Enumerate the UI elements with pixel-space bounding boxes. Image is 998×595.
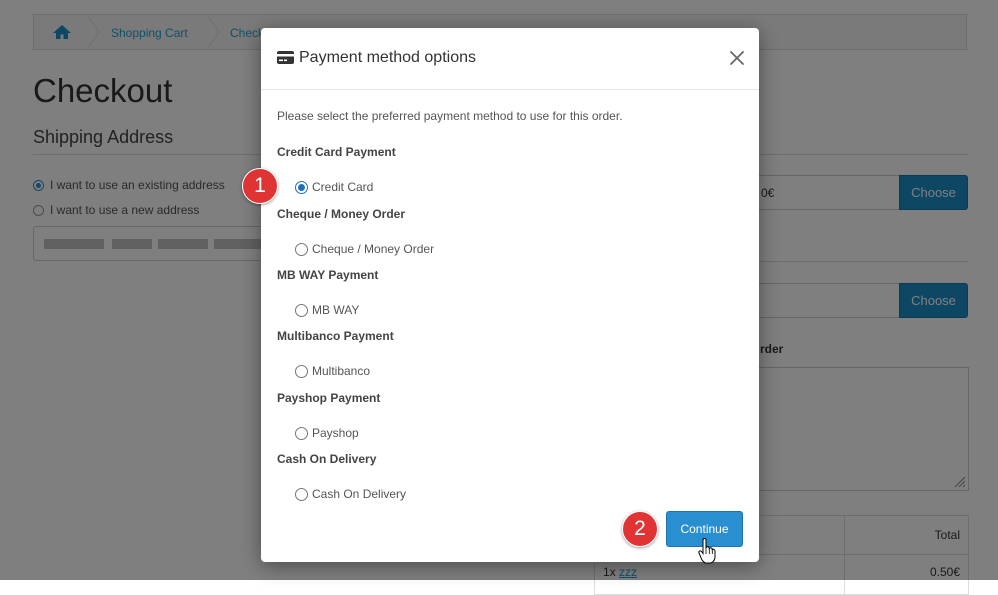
- modal-header: Payment method options: [261, 28, 759, 90]
- payment-option-label: MB WAY: [312, 303, 360, 317]
- modal-title: Payment method options: [299, 49, 476, 66]
- radio-unselected-icon: [295, 303, 308, 317]
- step-badge-1: 1: [242, 168, 278, 204]
- cash-on-delivery-radio[interactable]: Cash On Delivery: [295, 487, 406, 501]
- radio-unselected-icon: [295, 364, 308, 378]
- radio-unselected-icon: [295, 242, 308, 256]
- payment-method-modal: Payment method options Please select the…: [261, 28, 759, 562]
- multibanco-radio[interactable]: Multibanco: [295, 364, 370, 378]
- step-badge-2: 2: [622, 511, 658, 547]
- payment-group-label: Cash On Delivery: [277, 452, 377, 466]
- radio-selected-icon: [295, 180, 308, 194]
- hand-cursor-icon: [698, 538, 716, 564]
- payment-option-label: Cheque / Money Order: [312, 242, 435, 256]
- radio-unselected-icon: [295, 426, 308, 440]
- payment-group-label: MB WAY Payment: [277, 268, 379, 282]
- payment-group-label: Multibanco Payment: [277, 329, 394, 343]
- radio-unselected-icon: [295, 487, 308, 501]
- credit-card-icon: [277, 51, 294, 64]
- payment-group-label: Cheque / Money Order: [277, 207, 406, 221]
- payshop-radio[interactable]: Payshop: [295, 426, 359, 440]
- cheque-money-order-radio[interactable]: Cheque / Money Order: [295, 242, 434, 256]
- close-icon[interactable]: [729, 50, 745, 66]
- payment-option-label: Payshop: [312, 426, 359, 440]
- payment-group-label: Credit Card Payment: [277, 145, 396, 159]
- credit-card-radio[interactable]: Credit Card: [295, 180, 373, 194]
- payment-group-label: Payshop Payment: [277, 391, 381, 405]
- modal-intro-text: Please select the preferred payment meth…: [277, 109, 623, 123]
- payment-option-label: Cash On Delivery: [312, 487, 407, 501]
- payment-option-label: Credit Card: [312, 180, 374, 194]
- payment-option-label: Multibanco: [312, 364, 371, 378]
- mb-way-radio[interactable]: MB WAY: [295, 303, 359, 317]
